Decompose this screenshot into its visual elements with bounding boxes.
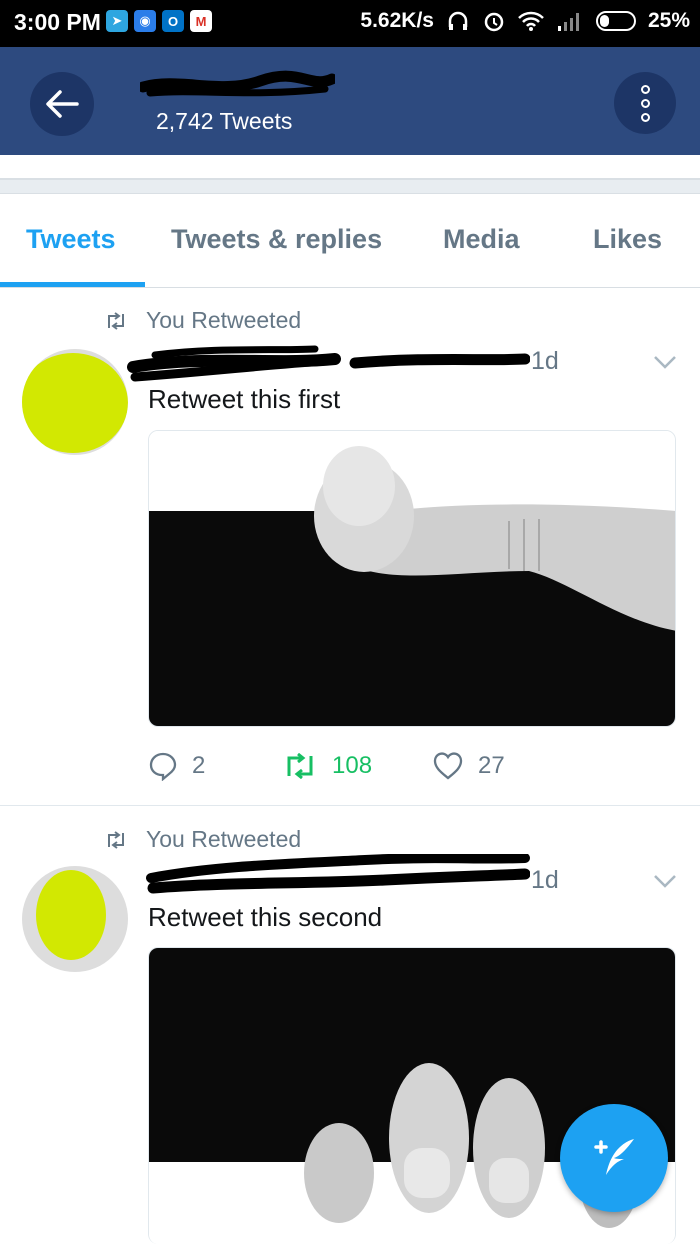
outlook-icon: O xyxy=(162,10,184,32)
tab-media[interactable]: Media xyxy=(443,224,520,255)
message-app-icon: ◉ xyxy=(134,10,156,32)
retweet-small-icon xyxy=(108,311,124,330)
retweet-icon xyxy=(287,753,313,779)
redacted-avatar xyxy=(22,353,128,453)
network-speed: 5.62K/s xyxy=(360,9,434,32)
more-dot-icon xyxy=(640,98,650,108)
tab-likes[interactable]: Likes xyxy=(593,224,662,255)
separator-band xyxy=(0,180,700,194)
status-right: 5.62K/s 25% xyxy=(360,9,690,33)
tweet-text: Retweet this first xyxy=(148,384,341,414)
chevron-down-icon[interactable] xyxy=(652,872,678,890)
reply-icon xyxy=(149,752,177,781)
status-time: 3:00 PM xyxy=(14,9,101,35)
retweet-context: You Retweeted xyxy=(104,307,301,334)
tweet-media-image[interactable] xyxy=(148,430,676,727)
wifi-icon xyxy=(518,11,544,31)
tweet-text: Retweet this second xyxy=(148,902,383,932)
retweet-label: You Retweeted xyxy=(146,826,302,852)
tab-tweets[interactable]: Tweets xyxy=(26,224,116,255)
signal-icon xyxy=(557,13,579,31)
alarm-icon xyxy=(484,12,504,32)
more-dot-icon xyxy=(640,84,650,94)
status-bar: 3:00 PM ➤ ◉ O M 5.62K/s 25% xyxy=(0,0,700,47)
heart-icon xyxy=(433,752,463,780)
tab-tweets-replies[interactable]: Tweets & replies xyxy=(171,224,382,255)
redacted-avatar xyxy=(36,870,106,960)
notification-icons: ➤ ◉ O M xyxy=(106,10,212,32)
compose-tweet-button[interactable] xyxy=(560,1104,668,1212)
retweet-small-icon xyxy=(108,830,124,849)
active-tab-indicator xyxy=(0,282,145,287)
profile-tabs: Tweets Tweets & replies Media Likes xyxy=(0,194,700,288)
tweet-time: 1d xyxy=(531,347,559,375)
redacted-author-name xyxy=(127,345,530,382)
compose-feather-icon xyxy=(594,1139,634,1175)
avatar[interactable] xyxy=(22,349,128,455)
back-arrow-icon xyxy=(46,90,79,118)
gmail-icon: M xyxy=(190,10,212,32)
like-count: 27 xyxy=(478,752,505,779)
more-dot-icon xyxy=(640,112,650,122)
tweet-count: 2,742 Tweets xyxy=(156,108,293,134)
avatar[interactable] xyxy=(22,866,128,972)
telegram-icon: ➤ xyxy=(106,10,128,32)
reply-button[interactable]: 2 xyxy=(148,751,282,781)
retweet-button[interactable]: 108 xyxy=(282,752,432,780)
headphones-icon xyxy=(448,11,468,30)
chevron-down-icon[interactable] xyxy=(652,353,678,371)
retweet-label: You Retweeted xyxy=(146,307,302,333)
more-options-button[interactable] xyxy=(614,72,676,134)
battery-icon xyxy=(595,11,636,31)
tweet-actions: 2 108 27 xyxy=(148,751,505,781)
reply-count: 2 xyxy=(192,752,206,779)
retweet-count: 108 xyxy=(332,752,373,779)
redacted-profile-name xyxy=(140,70,335,97)
tweet-time: 1d xyxy=(531,866,559,894)
retweet-context: You Retweeted xyxy=(104,826,301,853)
redacted-author-name xyxy=(146,854,530,894)
media-photo xyxy=(149,431,675,726)
tweet-item[interactable]: You Retweeted 1d Retweet this first 2 10… xyxy=(0,289,700,805)
like-button[interactable]: 27 xyxy=(432,751,505,781)
back-button[interactable] xyxy=(30,72,94,136)
profile-header: 2,742 Tweets xyxy=(0,47,700,155)
battery-level: 25% xyxy=(647,9,690,32)
